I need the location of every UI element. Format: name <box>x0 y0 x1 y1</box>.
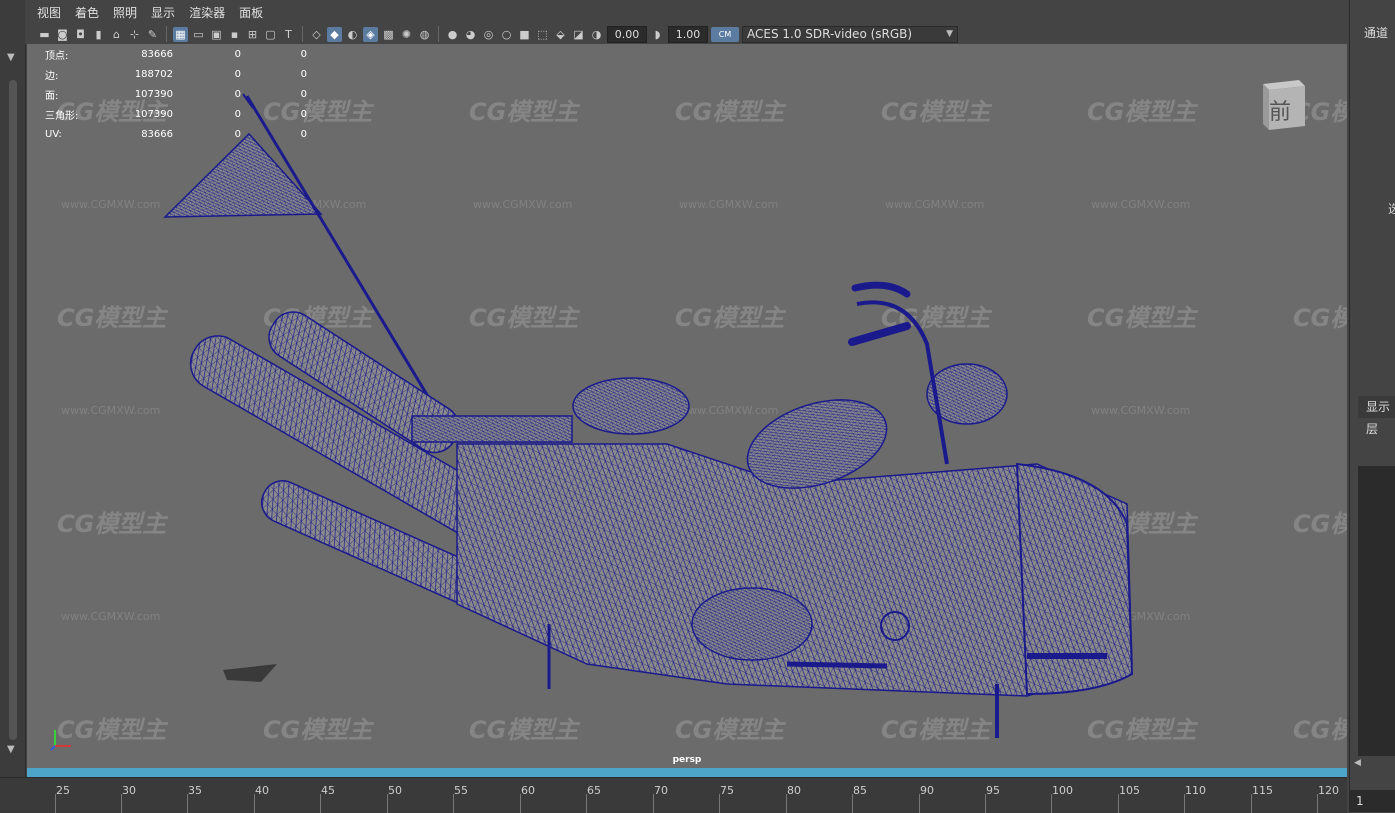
axis-gizmo-icon <box>50 730 71 751</box>
screen-space-ao-icon[interactable]: ● <box>445 27 460 42</box>
timeline-tick: 45 <box>321 784 335 797</box>
hud-row-vertices: 顶点: 83666 0 0 <box>45 48 307 62</box>
field-chart-icon[interactable]: ⊞ <box>245 27 260 42</box>
channel-box-tab[interactable]: 通道 <box>1364 24 1388 41</box>
default-material-icon[interactable]: ◐ <box>345 27 360 42</box>
xray-joints-icon[interactable]: ◪ <box>571 27 586 42</box>
color-management-icon[interactable]: CM <box>711 26 739 42</box>
timeline-tick: 50 <box>388 784 402 797</box>
gate-mask-icon[interactable]: ▪ <box>227 27 242 42</box>
timeline-tick: 120 <box>1318 784 1339 797</box>
exposure-icon[interactable]: ◑ <box>589 27 604 42</box>
isolate-select-icon[interactable]: ■ <box>517 27 532 42</box>
scroll-up-icon[interactable]: ▼ <box>7 52 15 63</box>
timeline-tick: 55 <box>454 784 468 797</box>
perspective-viewport[interactable]: CG模型主 CG模型主 CG模型主 CG模型主 CG模型主 CG模型主 CG模型… <box>27 44 1347 768</box>
left-tool-strip: ▼ ▼ <box>0 0 26 812</box>
hud-row-triangles: 三角形: 107390 0 0 <box>45 108 307 122</box>
textured-icon[interactable]: ▩ <box>381 27 396 42</box>
timeline-tick: 75 <box>720 784 734 797</box>
bookmarks-icon[interactable]: ◘ <box>73 27 88 42</box>
depth-of-field-icon[interactable]: ○ <box>499 27 514 42</box>
select-camera-icon[interactable]: ▬ <box>37 27 52 42</box>
scroll-left-icon[interactable]: ◀ <box>1354 758 1361 768</box>
menu-show[interactable]: 显示 <box>151 4 175 21</box>
timeline-tick: 110 <box>1185 784 1206 797</box>
safe-title-icon[interactable]: T <box>281 27 296 42</box>
grid-icon[interactable]: ▦ <box>173 26 188 42</box>
timeline-tick: 90 <box>920 784 934 797</box>
timeline-tick: 105 <box>1119 784 1140 797</box>
menu-shading[interactable]: 着色 <box>75 4 99 21</box>
display-layer-tab[interactable]: 显示 <box>1358 396 1395 418</box>
scroll-down-icon[interactable]: ▼ <box>7 744 15 755</box>
gamma-field[interactable]: 1.00 <box>668 25 708 43</box>
resolution-gate-icon[interactable]: ▣ <box>209 27 224 42</box>
timeline-tick: 70 <box>654 784 668 797</box>
view-transform-value: ACES 1.0 SDR-video (sRGB) <box>747 26 913 41</box>
menu-panels[interactable]: 面板 <box>239 4 263 21</box>
timeline-tick: 25 <box>56 784 70 797</box>
exposure-field[interactable]: 0.00 <box>607 25 647 43</box>
shadows-icon[interactable]: ◍ <box>417 27 432 42</box>
panel-toolbar: ▬ ◙ ◘ ▮ ⌂ ⊹ ✎ ▦ ▭ ▣ ▪ ⊞ ▢ T ◇ ◆ ◐ ◈ ▩ ✺ … <box>25 24 1359 44</box>
current-frame-field[interactable]: 1 <box>1350 790 1395 812</box>
timeline-tick: 40 <box>255 784 269 797</box>
gamma-icon[interactable]: ◗ <box>650 27 665 42</box>
hud-row-edges: 边: 188702 0 0 <box>45 68 307 82</box>
timeline-tick: 85 <box>853 784 867 797</box>
2d-pan-zoom-icon[interactable]: ⊹ <box>127 27 142 42</box>
bookmark-icon[interactable]: ▮ <box>91 27 106 42</box>
camera-attributes-icon[interactable]: ◙ <box>55 27 70 42</box>
menu-renderer[interactable]: 渲染器 <box>189 4 225 21</box>
film-gate-icon[interactable]: ▭ <box>191 27 206 42</box>
xray-icon[interactable]: ⬚ <box>535 27 550 42</box>
xray-active-icon[interactable]: ⬙ <box>553 27 568 42</box>
timeline-tick: 80 <box>787 784 801 797</box>
antialiasing-icon[interactable]: ◎ <box>481 27 496 42</box>
view-cube-face-label: 前 <box>1269 100 1292 125</box>
safe-action-icon[interactable]: ▢ <box>263 27 278 42</box>
poly-count-hud: 顶点: 83666 0 0 边: 188702 0 0 面: 107390 0 … <box>45 44 307 144</box>
wireframe-on-shaded-icon[interactable]: ◈ <box>363 26 378 42</box>
timeline-tick: 35 <box>188 784 202 797</box>
panel-menu-bar: 视图 着色 照明 显示 渲染器 面板 <box>25 0 1359 24</box>
timeline-tick: 65 <box>587 784 601 797</box>
timeline-tick: 115 <box>1252 784 1273 797</box>
menu-view[interactable]: 视图 <box>37 4 61 21</box>
grease-pencil-icon[interactable]: ✎ <box>145 27 160 42</box>
timeline-tick: 60 <box>521 784 535 797</box>
hud-row-faces: 面: 107390 0 0 <box>45 88 307 102</box>
layer-list <box>1358 466 1395 756</box>
left-scrollbar[interactable] <box>9 80 17 740</box>
timeline-tick: 95 <box>986 784 1000 797</box>
menu-lighting[interactable]: 照明 <box>113 4 137 21</box>
time-slider[interactable]: 25 30 35 40 45 50 55 60 65 70 75 80 85 9… <box>0 777 1347 813</box>
hud-row-uvs: UV: 83666 0 0 <box>45 128 307 140</box>
viewport-active-bar <box>27 768 1347 777</box>
image-plane-icon[interactable]: ⌂ <box>109 27 124 42</box>
camera-name-label: persp <box>672 755 702 765</box>
timeline-tick: 100 <box>1052 784 1073 797</box>
channel-box-panel: 通道 选 显示 层 ◀ 1 <box>1349 0 1395 812</box>
timeline-tick: 30 <box>122 784 136 797</box>
truncated-label: 选 <box>1388 202 1395 216</box>
wireframe-icon[interactable]: ◇ <box>309 27 324 42</box>
chevron-down-icon: ▼ <box>946 28 953 39</box>
smooth-shade-icon[interactable]: ◆ <box>327 26 342 42</box>
layer-menu[interactable]: 层 <box>1366 420 1378 437</box>
motorcycle-wireframe-model[interactable] <box>27 44 1347 768</box>
view-transform-dropdown[interactable]: ACES 1.0 SDR-video (sRGB) ▼ <box>742 25 958 43</box>
use-lights-icon[interactable]: ✺ <box>399 27 414 42</box>
motion-blur-icon[interactable]: ◕ <box>463 27 478 42</box>
